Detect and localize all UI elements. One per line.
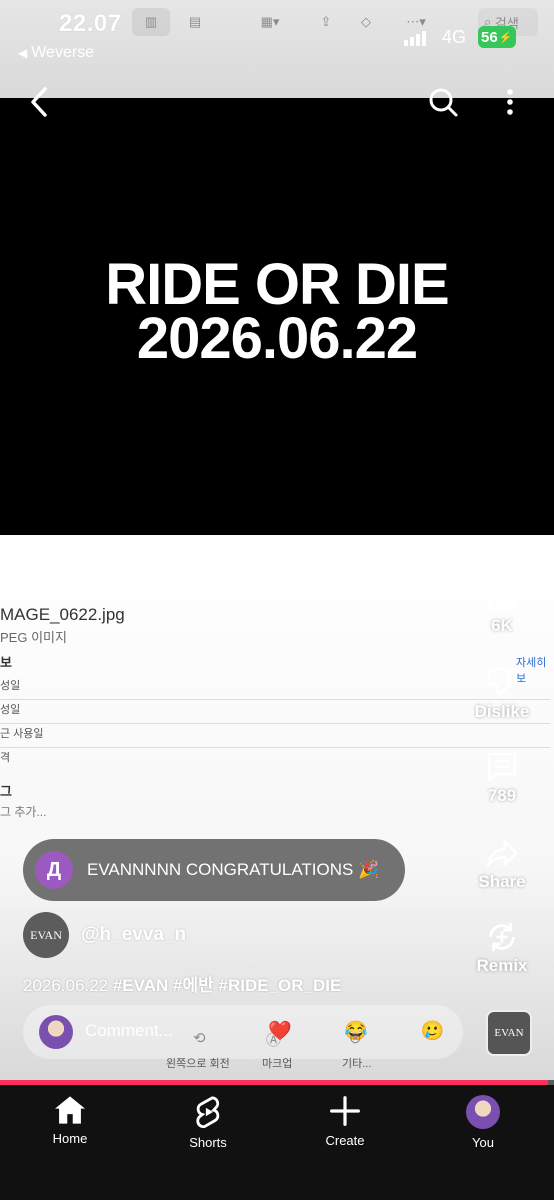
comment-icon [487, 752, 517, 782]
nav-home-label: Home [52, 1131, 88, 1146]
channel-handle[interactable]: @h_evva_n [81, 924, 186, 946]
user-avatar [39, 1015, 73, 1049]
channel-row[interactable]: EVAN @h_evva_n [23, 912, 186, 958]
battery-level: 56 [481, 28, 498, 46]
nav-you[interactable]: You [433, 1095, 533, 1150]
short-video[interactable]: RIDE OR DIE 2026.06.22 [0, 98, 554, 535]
nav-shorts[interactable]: Shorts [158, 1095, 258, 1150]
back-triangle-icon: ◀ [18, 46, 28, 60]
info-row: 근 사용일 [0, 725, 550, 748]
battery-icon: 56 ⚡ [478, 26, 516, 48]
share-button[interactable]: Share [450, 836, 554, 892]
signal-icon [404, 30, 430, 46]
remix-button[interactable]: Remix [450, 920, 554, 976]
file-name: MAGE_0622.jpg [0, 605, 125, 624]
comment-count: 789 [487, 786, 517, 805]
clock: 22.07 [59, 10, 122, 37]
tags-placeholder: 그 추가... [0, 805, 47, 819]
markup-icon: Ⓐ [266, 1032, 282, 1049]
video-title-line1: RIDE OR DIE [105, 252, 450, 317]
thumbs-up-icon [487, 586, 517, 612]
nav-create-label: Create [325, 1133, 365, 1148]
share-arrow-icon [486, 840, 518, 868]
ghost-menu-more: 기타... [342, 1058, 372, 1070]
like-count: 6K [491, 616, 513, 635]
share-label: Share [478, 872, 526, 891]
network-type: 4G [442, 27, 467, 47]
more-vert-icon[interactable] [502, 86, 518, 123]
ghost-menu-rotate: 왼쪽으로 회전 [166, 1058, 230, 1070]
hashtag-link[interactable]: #에반 [173, 976, 214, 995]
sound-chip[interactable]: EVAN [486, 1010, 532, 1056]
back-app-label: Weverse [31, 44, 95, 61]
back-arrow-icon[interactable] [28, 86, 50, 123]
thumbs-down-icon [486, 667, 518, 695]
gallery-view-icon: ▤ [188, 14, 202, 29]
channel-avatar[interactable]: EVAN [23, 912, 69, 958]
comments-button[interactable]: 789 [450, 750, 554, 806]
avatar-icon [466, 1095, 500, 1129]
comment-input-bar[interactable]: Comment... ❤️ 😂 🥲 [23, 1005, 463, 1059]
pinned-comment[interactable]: Д EVANNNNN CONGRATULATIONS 🎉 [23, 839, 405, 901]
more-circle-icon: ⊝ [349, 1030, 362, 1047]
search-icon[interactable] [427, 86, 459, 123]
remix-icon [489, 922, 515, 952]
nav-you-label: You [472, 1135, 494, 1150]
video-title-card: RIDE OR DIE 2026.06.22 [0, 252, 554, 371]
home-icon [55, 1096, 85, 1124]
group-icon: ▦▾ [260, 14, 280, 29]
comment-placeholder[interactable]: Comment... [85, 1021, 173, 1041]
nav-shorts-label: Shorts [189, 1135, 227, 1150]
bottom-nav: Home Shorts Create You [0, 1085, 554, 1200]
pinned-comment-text: EVANNNNN CONGRATULATIONS 🎉 [87, 860, 380, 879]
share-icon: ⇪ [320, 14, 332, 29]
hashtag-link[interactable]: #RIDE_OR_DIE [218, 976, 341, 995]
description-date: 2026.06.22 [23, 976, 109, 995]
like-button[interactable]: 6K [450, 580, 554, 636]
remix-label: Remix [476, 956, 528, 975]
info-heading: 보 [0, 655, 12, 670]
status-bar: ▥ ▤ ▦▾ ⇪ ◇ ⋯▾ ⌕ 검색 22.07 ◀ Weverse 4G 56 ⚡ [0, 0, 554, 98]
tags-heading: 그 [0, 784, 12, 799]
nav-create[interactable]: Create [295, 1095, 395, 1148]
plus-icon [330, 1096, 360, 1126]
rotate-left-icon: ⟲ [193, 1030, 206, 1047]
column-view-icon: ▥ [132, 8, 170, 36]
commenter-avatar: Д [35, 851, 73, 889]
background-toolbar: ▥ ▤ ▦▾ ⇪ ◇ ⋯▾ ⌕ 검색 [50, 8, 544, 38]
hashtag-link[interactable]: #EVAN [113, 976, 168, 995]
back-to-app[interactable]: ◀ Weverse [18, 44, 94, 62]
file-type: PEG 이미지 [0, 630, 67, 645]
shorts-icon [196, 1096, 220, 1129]
tag-icon: ◇ [361, 14, 371, 29]
video-description[interactable]: 2026.06.22 #EVAN #에반 #RIDE_OR_DIE [23, 971, 341, 996]
video-title-line2: 2026.06.22 [136, 306, 418, 371]
reaction-tear[interactable]: 🥲 [420, 1021, 444, 1042]
dislike-button[interactable]: Dislike [450, 666, 554, 722]
ghost-menu-markup: 마크업 [262, 1058, 293, 1070]
dislike-label: Dislike [474, 702, 530, 721]
nav-home[interactable]: Home [20, 1095, 120, 1146]
